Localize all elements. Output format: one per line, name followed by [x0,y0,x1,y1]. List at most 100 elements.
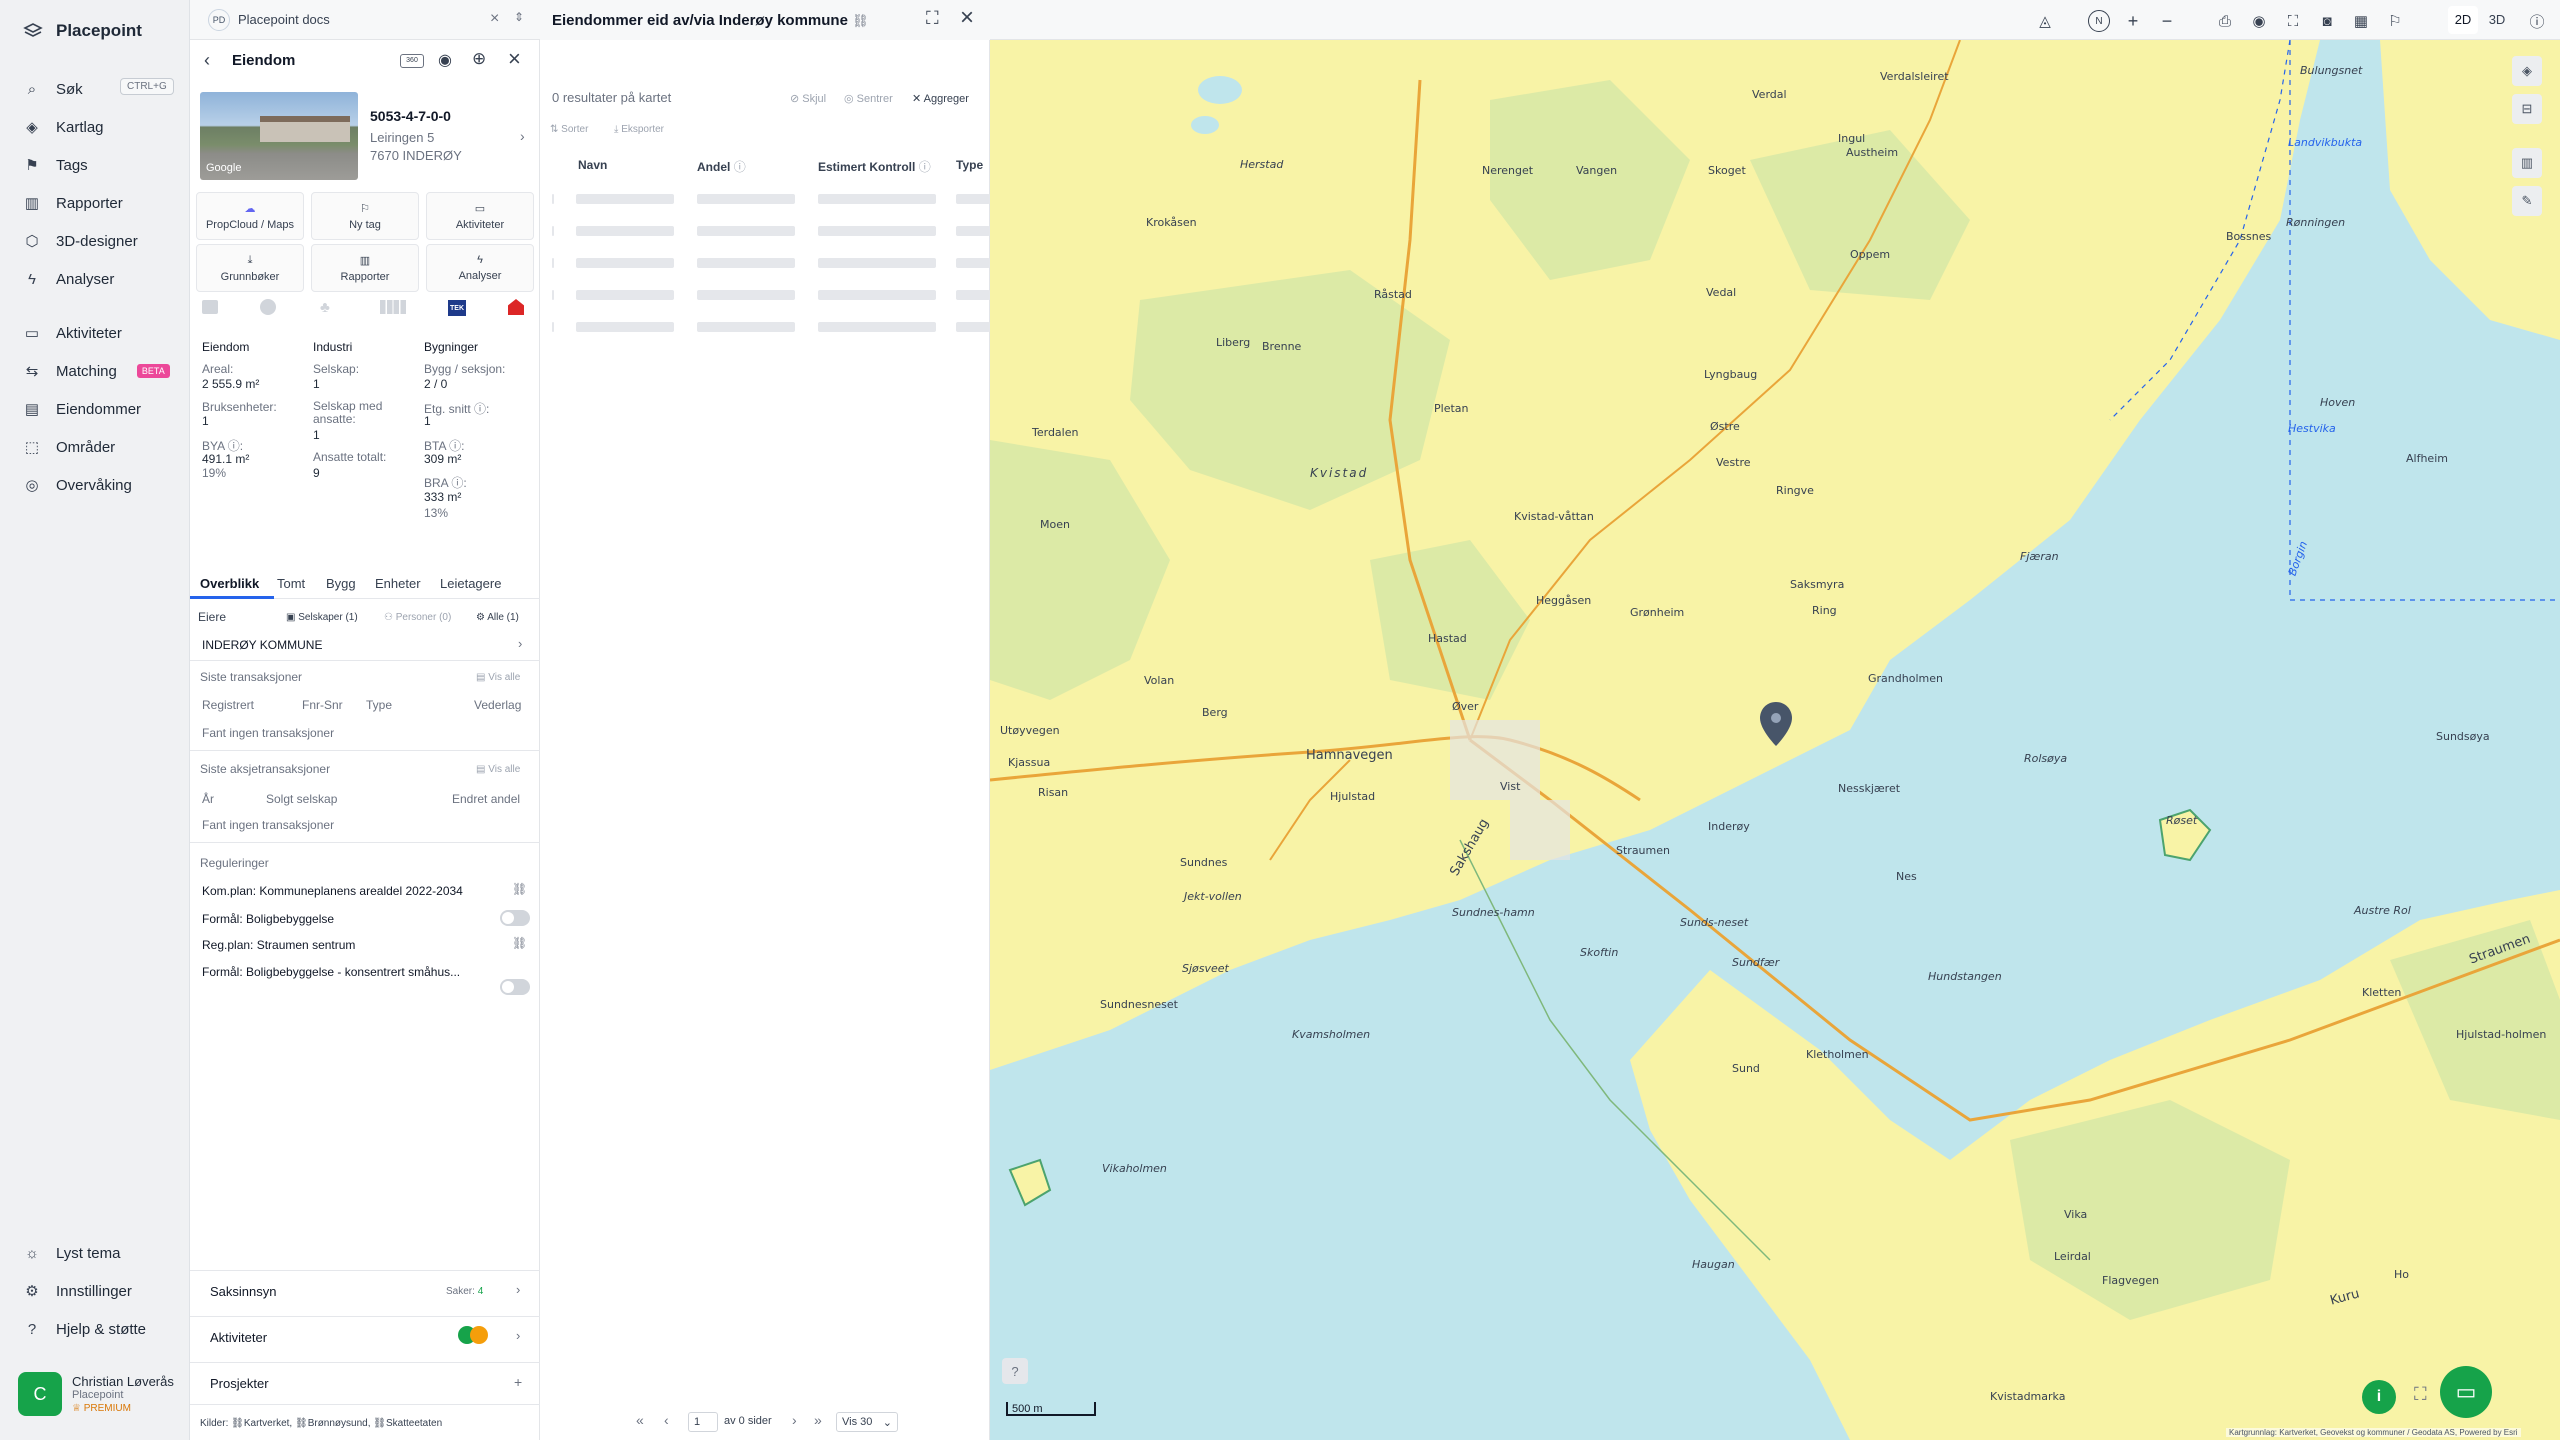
prosjekter-section[interactable]: Prosjekter [210,1376,269,1391]
add-icon[interactable]: ⊕ [472,49,486,69]
nav-rapporter[interactable]: ▥ Rapporter [22,190,123,216]
info-icon[interactable]: ⓘ [2526,10,2548,32]
nav-search[interactable]: ⌕ Søk [22,76,83,102]
source-skatteetaten[interactable]: Skatteetaten [386,1418,442,1429]
first-page-icon[interactable]: « [636,1412,644,1428]
close-results-icon[interactable]: × [960,4,974,32]
house-source-icon[interactable] [508,299,524,315]
user-profile[interactable]: C Christian Løverås Placepoint ♕ PREMIUM [18,1372,174,1416]
formal-toggle-2[interactable] [500,979,530,995]
nav-kartlag[interactable]: ◈ Kartlag [22,114,103,140]
filter-personer[interactable]: ⚇ Personer (0) [384,612,451,623]
per-page-select[interactable]: Vis 30 ⌄ [836,1412,898,1432]
filter-selskaper[interactable]: ▣ Selskaper (1) [286,612,358,623]
chart-button[interactable]: ▥ [2512,148,2542,178]
last-page-icon[interactable]: » [814,1412,822,1428]
hide-button[interactable]: ⊘ Skjul [790,92,826,105]
reg-reguleringsplan[interactable]: Reg.plan: Straumen sentrum [202,938,355,952]
sort-button[interactable]: ⇅ Sorter [550,124,588,135]
filter-alle[interactable]: ⚙ Alle (1) [476,612,519,623]
propcloud-button[interactable]: ☁ PropCloud / Maps [196,192,304,240]
mode-2d-button[interactable]: 2D [2448,6,2478,34]
page-input[interactable]: 1 [688,1412,718,1432]
nav-3d-designer[interactable]: ⬡ 3D-designer [22,228,137,254]
tab-leietagere[interactable]: Leietagere [440,576,501,591]
reg-kommuneplan[interactable]: Kom.plan: Kommuneplanens arealdel 2022-2… [202,884,463,898]
tek-icon[interactable]: TEK [448,300,466,316]
link-icon[interactable]: ⛓ [512,882,527,896]
chevron-right-icon[interactable]: › [518,636,522,651]
fullscreen-icon[interactable]: ⛶ [2282,10,2304,32]
globe-source-icon[interactable] [260,299,276,315]
info-button[interactable]: i [2362,1380,2396,1414]
property-photo[interactable]: Google [200,92,358,180]
expand-toggle-icon[interactable]: ⇕ [514,10,524,24]
close-icon[interactable]: × [490,10,499,28]
close-panel-icon[interactable]: × [508,46,521,72]
nav-tags[interactable]: ⚑ Tags [22,152,87,178]
help-icon[interactable]: ? [1002,1358,1028,1384]
app-logo[interactable]: Placepoint [22,20,142,42]
chevron-right-icon[interactable]: › [520,128,525,144]
saksinnsyn-section[interactable]: Saksinnsyn [210,1284,276,1299]
nav-overvaking[interactable]: ◎ Overvåking [22,472,131,498]
buildings-source-icon[interactable] [380,300,406,314]
street-view-icon[interactable]: 360 [400,54,424,68]
tab-enheter[interactable]: Enheter [375,576,421,591]
next-page-icon[interactable]: › [792,1412,797,1428]
formal-toggle-1[interactable] [500,910,530,926]
aggregate-button[interactable]: ✕ Aggreger [912,92,969,105]
col-andel[interactable]: Andel ⓘ [697,158,746,175]
bookmark-icon[interactable]: ⚐ [2384,10,2406,32]
doc-source-icon[interactable] [202,300,218,314]
expand-icon[interactable]: ⛶ [2414,1384,2427,1405]
source-bronnoysund[interactable]: Brønnøysund, [308,1418,371,1429]
nav-analyser[interactable]: ϟ Analyser [22,266,114,292]
owner-name[interactable]: INDERØY KOMMUNE [202,638,322,652]
tab-overblikk[interactable]: Overblikk [200,576,259,591]
fullscreen-icon[interactable]: ⛶ [926,8,939,29]
export-button[interactable]: ⤓ Eksporter [614,124,664,135]
source-kartverket[interactable]: Kartverket, [244,1418,292,1429]
chevron-right-icon[interactable]: › [516,1328,520,1343]
zoom-out-icon[interactable]: − [2156,10,2178,32]
center-button[interactable]: ◎ Sentrer [844,92,893,105]
aktiviteter-section[interactable]: Aktiviteter [210,1330,267,1345]
factory-source-icon[interactable]: ♣ [320,299,330,316]
layers-3d-icon[interactable]: ◬ [2034,10,2056,32]
col-navn[interactable]: Navn [578,158,607,172]
camera-icon[interactable]: ◙ [2316,10,2338,32]
prev-page-icon[interactable]: ‹ [664,1412,669,1428]
doc-title[interactable]: Placepoint docs [238,12,330,27]
analyses-button[interactable]: ϟ Analyser [426,244,534,292]
eye-icon[interactable]: ◉ [438,50,452,70]
nav-aktiviteter[interactable]: ▭ Aktiviteter [22,320,122,346]
nav-lyst-tema[interactable]: ☼ Lyst tema [22,1240,120,1266]
nav-omrader[interactable]: ⬚ Områder [22,434,115,460]
vis-alle-share[interactable]: ▤ Vis alle [476,764,520,775]
reports-button[interactable]: ▥ Rapporter [311,244,419,292]
print-icon[interactable]: ⎙ [2214,10,2236,32]
back-icon[interactable]: ‹ [204,50,210,71]
map-layers-button[interactable]: ◈ [2512,56,2542,86]
compass-icon[interactable]: N [2088,10,2110,32]
nav-eiendommer[interactable]: ▤ Eiendommer [22,396,141,422]
grid-icon[interactable]: ▦ [2350,10,2372,32]
chevron-right-icon[interactable]: › [516,1282,520,1297]
nav-hjelp[interactable]: ? Hjelp & støtte [22,1316,146,1342]
nav-innstillinger[interactable]: ⚙ Innstillinger [22,1278,132,1304]
map-canvas[interactable]: Verdalsleiret Austheim Bulungsnet Landvi… [990,40,2560,1440]
grunnboker-button[interactable]: ⤓ Grunnbøker [196,244,304,292]
link-icon[interactable]: ⛓ [512,936,527,950]
chat-button[interactable]: ▭ [2440,1366,2492,1418]
link-icon[interactable]: ⛓ [852,13,869,28]
zoom-in-icon[interactable]: + [2122,10,2144,32]
col-type[interactable]: Type [956,158,983,172]
measure-button[interactable]: ⊟ [2512,94,2542,124]
plus-icon[interactable]: + [514,1374,522,1390]
col-estimert-kontroll[interactable]: Estimert Kontroll ⓘ [818,158,931,175]
tab-bygg[interactable]: Bygg [326,576,356,591]
vis-alle-transactions[interactable]: ▤ Vis alle [476,672,520,683]
mode-3d-button[interactable]: 3D [2482,6,2512,34]
eye-icon[interactable]: ◉ [2248,10,2270,32]
